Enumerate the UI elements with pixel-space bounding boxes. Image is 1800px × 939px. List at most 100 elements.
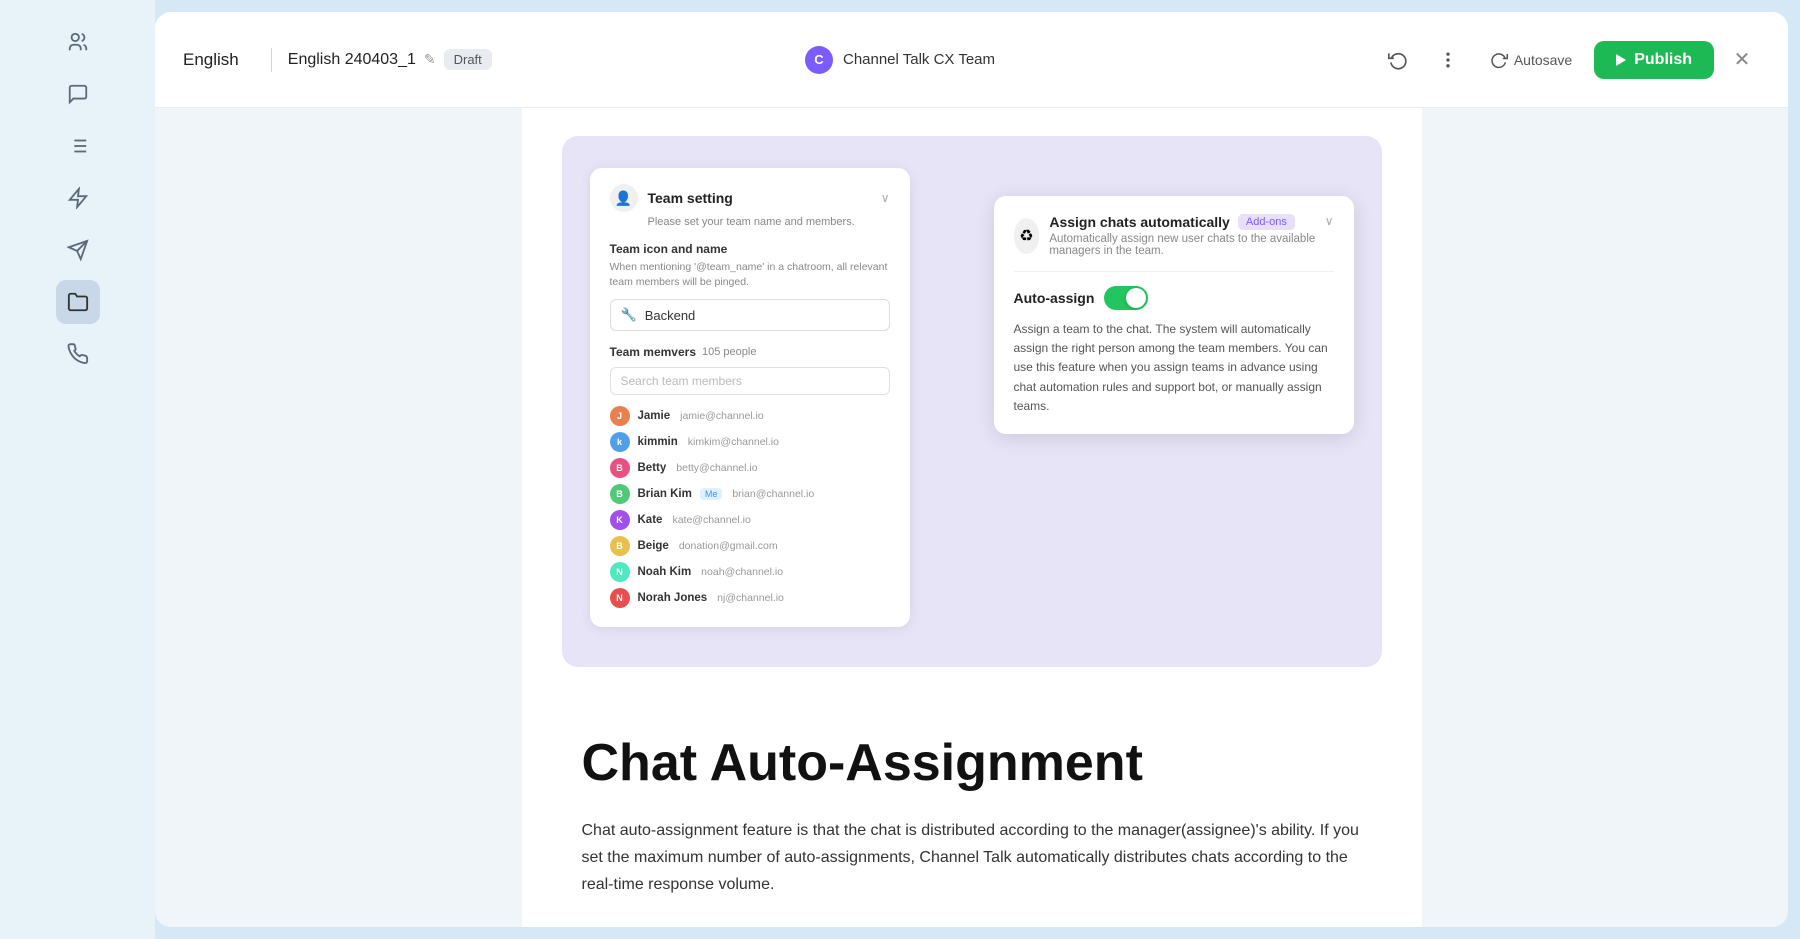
member-name-jamie: Jamie: [638, 410, 671, 422]
aa-addons-badge: Add-ons: [1238, 214, 1295, 230]
team-name-value: Backend: [645, 308, 696, 323]
aa-title-row: ♻ Assign chats automatically Add-ons Aut…: [1014, 214, 1325, 257]
sidebar-icon-phone[interactable]: [56, 332, 100, 376]
sidebar-icon-users[interactable]: [56, 20, 100, 64]
member-name-kate: Kate: [638, 514, 663, 526]
aa-toggle-row: Auto-assign: [1014, 286, 1334, 310]
team-setting-card: 👤 Team setting ∨ Please set your team na…: [590, 168, 910, 627]
doc-container: 👤 Team setting ∨ Please set your team na…: [522, 108, 1422, 927]
aa-divider: [1014, 271, 1334, 272]
aa-body-text: Assign a team to the chat. The system wi…: [1014, 320, 1334, 416]
team-icon-name-label: Team icon and name: [610, 242, 890, 256]
aa-desc: Automatically assign new user chats to t…: [1049, 233, 1324, 257]
aa-toggle-label: Auto-assign: [1014, 290, 1095, 306]
me-badge: Me: [700, 488, 723, 500]
sidebar-icon-send[interactable]: [56, 228, 100, 272]
sidebar-icon-folder[interactable]: [56, 280, 100, 324]
member-email-brian: brian@channel.io: [732, 488, 814, 500]
autosave-label: Autosave: [1514, 52, 1572, 68]
member-row-kimmin: k kimmin kimkim@channel.io: [610, 429, 890, 455]
aa-title-row-inner: Assign chats automatically Add-ons: [1049, 214, 1324, 230]
member-avatar-brian: B: [610, 484, 630, 504]
member-email-norah: nj@channel.io: [717, 592, 784, 604]
article-section: Chat Auto-Assignment Chat auto-assignmen…: [522, 695, 1422, 927]
member-name-betty: Betty: [638, 462, 667, 474]
member-email-noah: noah@channel.io: [701, 566, 783, 578]
member-email-kate: kate@channel.io: [672, 514, 750, 526]
left-sidebar: [0, 0, 155, 939]
member-name-noah: Noah Kim: [638, 566, 692, 578]
member-row-jamie: J Jamie jamie@channel.io: [610, 403, 890, 429]
close-button[interactable]: ✕: [1724, 42, 1760, 78]
auto-assign-card: ♻ Assign chats automatically Add-ons Aut…: [994, 196, 1354, 434]
toggle-knob: [1126, 288, 1146, 308]
topbar-divider: [271, 48, 272, 72]
member-row-beige: B Beige donation@gmail.com: [610, 533, 890, 559]
member-avatar-noah: N: [610, 562, 630, 582]
main-area: English English 240403_1 ✎ Draft C Chann…: [155, 12, 1788, 927]
autosave-button[interactable]: Autosave: [1478, 43, 1584, 77]
article-title: Chat Auto-Assignment: [582, 735, 1362, 792]
aa-icon: ♻: [1014, 218, 1040, 254]
members-label: Team memvers: [610, 345, 697, 359]
member-avatar-kate: K: [610, 510, 630, 530]
member-avatar-betty: B: [610, 458, 630, 478]
member-name-norah: Norah Jones: [638, 592, 708, 604]
members-count: 105 people: [702, 346, 756, 358]
member-row-brian: B Brian Kim Me brian@channel.io: [610, 481, 890, 507]
search-members-input[interactable]: Search team members: [610, 367, 890, 395]
topbar-actions: Autosave Publish ✕: [1378, 40, 1760, 80]
edit-doc-name-icon[interactable]: ✎: [424, 51, 436, 68]
aa-chevron-icon: ∨: [1325, 214, 1334, 228]
member-email-betty: betty@channel.io: [676, 462, 757, 474]
team-icon-circle: 👤: [610, 184, 638, 212]
topbar: English English 240403_1 ✎ Draft C Chann…: [155, 12, 1788, 108]
team-members-section: Team memvers 105 people Search team memb…: [610, 345, 890, 611]
language-label: English: [183, 50, 239, 70]
member-row-noah: N Noah Kim noah@channel.io: [610, 559, 890, 585]
chevron-down-icon: ∨: [881, 191, 890, 205]
article-body: Chat auto-assignment feature is that the…: [582, 817, 1362, 899]
publish-button[interactable]: Publish: [1594, 41, 1714, 79]
topbar-team-name: Channel Talk CX Team: [843, 51, 995, 68]
topbar-center: C Channel Talk CX Team: [805, 46, 995, 74]
member-row-betty: B Betty betty@channel.io: [610, 455, 890, 481]
member-name-beige: Beige: [638, 540, 669, 552]
aa-header: ♻ Assign chats automatically Add-ons Aut…: [1014, 214, 1334, 257]
more-options-button[interactable]: [1428, 40, 1468, 80]
team-icon-name-desc: When mentioning '@team_name' in a chatro…: [610, 260, 890, 289]
doc-name-section: English 240403_1 ✎ Draft: [288, 49, 492, 70]
member-name-brian: Brian Kim: [638, 488, 692, 500]
member-avatar-jamie: J: [610, 406, 630, 426]
member-email-jamie: jamie@channel.io: [680, 410, 764, 422]
member-avatar-norah: N: [610, 588, 630, 608]
sidebar-icon-list[interactable]: [56, 124, 100, 168]
content-area: 👤 Team setting ∨ Please set your team na…: [155, 108, 1788, 927]
team-setting-header: 👤 Team setting ∨: [610, 184, 890, 212]
team-name-input[interactable]: 🔧 Backend: [610, 299, 890, 331]
member-row-norah: N Norah Jones nj@channel.io: [610, 585, 890, 611]
publish-label: Publish: [1634, 51, 1692, 69]
team-setting-title: Team setting: [648, 190, 733, 206]
doc-name-label: English 240403_1: [288, 51, 416, 69]
sidebar-icon-lightning[interactable]: [56, 176, 100, 220]
member-email-kimmin: kimkim@channel.io: [688, 436, 779, 448]
history-button[interactable]: [1378, 40, 1418, 80]
wrench-icon: 🔧: [621, 307, 637, 323]
play-icon: [1616, 54, 1626, 66]
team-setting-subtitle: Please set your team name and members.: [648, 216, 890, 228]
channel-avatar: C: [805, 46, 833, 74]
sidebar-icon-inbox[interactable]: [56, 72, 100, 116]
team-setting-title-row: 👤 Team setting: [610, 184, 733, 212]
member-avatar-kimmin: k: [610, 432, 630, 452]
members-header: Team memvers 105 people: [610, 345, 890, 359]
member-email-beige: donation@gmail.com: [679, 540, 778, 552]
auto-assign-toggle[interactable]: [1104, 286, 1148, 310]
aa-title-block: Assign chats automatically Add-ons Autom…: [1049, 214, 1324, 257]
draft-badge: Draft: [444, 49, 492, 70]
member-avatar-beige: B: [610, 536, 630, 556]
preview-section: 👤 Team setting ∨ Please set your team na…: [562, 136, 1382, 667]
aa-title: Assign chats automatically: [1049, 214, 1230, 230]
member-name-kimmin: kimmin: [638, 436, 678, 448]
member-row-kate: K Kate kate@channel.io: [610, 507, 890, 533]
